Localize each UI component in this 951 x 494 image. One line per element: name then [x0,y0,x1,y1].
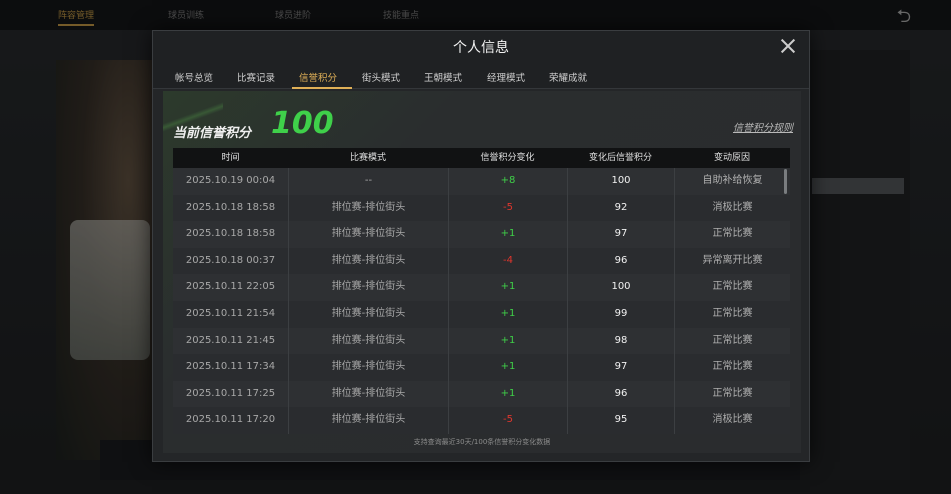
table-row: 2025.10.18 00:37 排位赛-排位街头 -4 96 异常离开比赛 [173,247,790,275]
current-score-label: 当前信誉积分 [173,126,252,141]
cell-after: 99 [567,300,674,328]
cell-time: 2025.10.11 22:05 [185,281,276,293]
cell-time: 2025.10.11 17:20 [185,414,276,426]
cell-delta: +1 [448,300,567,328]
cell-after: 98 [567,327,674,355]
cell-mode: 排位赛-排位街头 [288,354,448,381]
cell-after: 100 [567,274,674,301]
cell-reason: 消极比赛 [674,407,790,434]
background-top-nav: 阵容管理 球员训练 球员进阶 技能重点 ⮌ [0,0,951,30]
column-header-after: 变化后信誉积分 [588,153,652,163]
cell-mode: -- [288,168,448,195]
cell-mode: 排位赛-排位街头 [288,274,448,301]
panel-decoration [163,91,223,151]
table-row: 2025.10.11 17:25 排位赛-排位街头 +1 96 正常比赛 [173,380,790,408]
credit-score-panel: 当前信誉积分 100 信誉积分规则 时间 比赛模式 信誉积分变化 变化后信誉积分… [163,91,801,453]
background-right-highlight [812,178,904,194]
tab-match-records[interactable]: 比赛记录 [237,70,275,84]
column-header-delta: 信誉积分变化 [480,153,535,163]
modal-header: 个人信息 [153,31,809,63]
table-body: 2025.10.19 00:04 -- +8 100 自助补给恢复 2025.10.18 … [173,168,790,434]
table-row: 2025.10.11 17:20 排位赛-排位街头 -5 95 消极比赛 [173,407,790,434]
cell-time: 2025.10.19 00:04 [185,175,276,186]
cell-reason: 正常比赛 [674,354,790,381]
cell-reason: 正常比赛 [674,274,790,301]
tab-account-overview[interactable]: 帐号总览 [175,70,213,84]
current-score-value: 100 [271,106,334,141]
tab-manager-mode[interactable]: 经理模式 [487,70,525,84]
table-row: 2025.10.11 21:54 排位赛-排位街头 +1 99 正常比赛 [173,300,790,328]
column-header-mode: 比赛模式 [349,153,386,163]
cell-reason: 异常离开比赛 [674,247,790,275]
modal-tabs: 帐号总览 比赛记录 信誉积分 街头模式 王朝模式 经理模式 荣耀成就 [153,63,809,89]
table-row: 2025.10.19 00:04 -- +8 100 自助补给恢复 [173,168,790,195]
cell-mode: 排位赛-排位街头 [288,247,448,275]
cell-reason: 消极比赛 [674,194,790,222]
bg-tab-advance: 球员进阶 [275,11,312,21]
cell-mode: 排位赛-排位街头 [288,327,448,355]
close-icon[interactable] [777,35,799,57]
column-header-time: 时间 [221,153,240,163]
cell-delta: +8 [448,168,567,195]
cell-time: 2025.10.18 18:58 [185,201,276,213]
modal-title: 个人信息 [453,40,509,56]
cell-delta: +1 [448,221,567,248]
cell-after: 97 [567,221,674,248]
cell-time: 2025.10.18 00:37 [185,254,276,266]
background-jersey [70,220,150,360]
cell-time: 2025.10.11 17:25 [185,387,276,399]
cell-time: 2025.10.11 21:45 [185,334,276,346]
cell-after: 92 [567,194,674,222]
credit-history-table: 时间 比赛模式 信誉积分变化 变化后信誉积分 变动原因 2025.10.19 0… [173,148,790,434]
cell-after: 96 [567,380,674,408]
cell-reason: 正常比赛 [674,300,790,328]
cell-time: 2025.10.11 17:34 [185,361,276,373]
table-row: 2025.10.11 21:45 排位赛-排位街头 +1 98 正常比赛 [173,327,790,355]
credit-rules-link[interactable]: 信誉积分规则 [733,119,793,134]
query-footnote: 支持查询最近30天/100条信誉积分变化数据 [413,438,551,446]
cell-delta: +1 [448,274,567,301]
cell-after: 95 [567,407,674,434]
tab-street-mode[interactable]: 街头模式 [362,70,400,84]
cell-reason: 正常比赛 [674,380,790,408]
cell-after: 100 [567,168,674,195]
cell-time: 2025.10.18 18:58 [185,228,276,240]
cell-delta: -5 [448,407,567,434]
column-header-reason: 变动原因 [713,153,750,163]
cell-time: 2025.10.11 21:54 [185,307,276,319]
active-tab-underline [292,87,352,89]
cell-reason: 正常比赛 [674,327,790,355]
cell-mode: 排位赛-排位街头 [288,194,448,222]
bg-tab-training: 球员训练 [168,11,205,21]
cell-after: 96 [567,247,674,275]
cell-reason: 正常比赛 [674,221,790,248]
bg-tab-lineup: 阵容管理 [58,8,95,26]
table-row: 2025.10.11 22:05 排位赛-排位街头 +1 100 正常比赛 [173,274,790,301]
cell-delta: -4 [448,247,567,275]
table-row: 2025.10.18 18:58 排位赛-排位街头 -5 92 消极比赛 [173,194,790,222]
cell-mode: 排位赛-排位街头 [288,221,448,248]
cell-after: 97 [567,354,674,381]
cell-mode: 排位赛-排位街头 [288,407,448,434]
table-row: 2025.10.18 18:58 排位赛-排位街头 +1 97 正常比赛 [173,221,790,248]
cell-delta: +1 [448,354,567,381]
cell-reason: 自助补给恢复 [674,168,790,195]
tab-credit-score[interactable]: 信誉积分 [299,70,337,84]
undo-icon[interactable]: ⮌ [897,4,911,34]
cell-delta: -5 [448,194,567,222]
cell-mode: 排位赛-排位街头 [288,380,448,408]
bg-tab-skills: 技能重点 [383,11,420,21]
table-header: 时间 比赛模式 信誉积分变化 变化后信誉积分 变动原因 [173,148,790,168]
cell-mode: 排位赛-排位街头 [288,300,448,328]
cell-delta: +1 [448,327,567,355]
personal-info-modal: 个人信息 帐号总览 比赛记录 信誉积分 街头模式 王朝模式 经理模式 荣耀成就 … [152,30,810,462]
background-right-panel [810,50,910,480]
tab-dynasty-mode[interactable]: 王朝模式 [424,70,462,84]
table-scrollbar[interactable] [784,169,787,194]
cell-delta: +1 [448,380,567,408]
tab-honor-achievements[interactable]: 荣耀成就 [549,70,587,84]
table-row: 2025.10.11 17:34 排位赛-排位街头 +1 97 正常比赛 [173,354,790,381]
